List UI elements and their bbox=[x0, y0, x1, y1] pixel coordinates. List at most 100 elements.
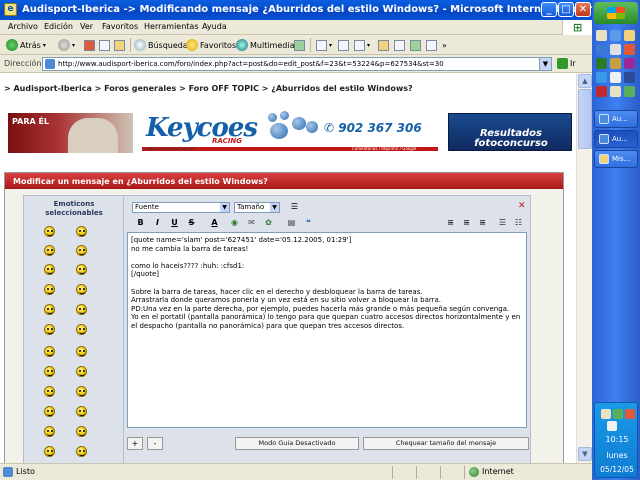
emoticon-smile-icon[interactable] bbox=[44, 226, 55, 237]
quicklaunch-icon[interactable] bbox=[596, 44, 607, 55]
quicklaunch-icon[interactable] bbox=[624, 58, 635, 69]
minimize-button[interactable]: _ bbox=[541, 2, 557, 17]
menu-herramientas[interactable]: Herramientas bbox=[144, 22, 199, 31]
multimedia-button[interactable]: Multimedia bbox=[236, 38, 294, 52]
emoticon-icon[interactable] bbox=[76, 346, 87, 357]
email-icon[interactable]: ✉ bbox=[245, 217, 258, 229]
emoticon-icon[interactable] bbox=[76, 284, 87, 295]
emoticon-icon[interactable] bbox=[44, 304, 55, 315]
emoticon-icon[interactable] bbox=[76, 226, 87, 237]
fotoconcurso-banner[interactable]: Resultados fotoconcurso bbox=[448, 113, 572, 151]
breadcrumb[interactable]: > Audisport-Iberica > Foros generales > … bbox=[4, 84, 413, 93]
mail-button[interactable]: ▾ bbox=[316, 38, 332, 52]
menu-ayuda[interactable]: Ayuda bbox=[202, 22, 227, 31]
image-icon[interactable]: ✿ bbox=[262, 217, 275, 229]
italic-button[interactable]: I bbox=[151, 217, 164, 229]
emoticon-icon[interactable] bbox=[44, 366, 55, 377]
search-button[interactable]: Búsqueda bbox=[134, 38, 188, 52]
align-center-icon[interactable]: ≡ bbox=[460, 217, 473, 229]
emoticon-icon[interactable] bbox=[76, 446, 87, 457]
clock-time[interactable]: 10:15 bbox=[595, 435, 639, 444]
favorites-button[interactable]: Favoritos bbox=[186, 38, 236, 52]
emoticon-icon[interactable] bbox=[76, 426, 87, 437]
bold-button[interactable]: B bbox=[134, 217, 147, 229]
quicklaunch-icon[interactable] bbox=[596, 86, 607, 97]
messenger-button[interactable] bbox=[410, 38, 421, 52]
globe-link-icon[interactable]: ◉ bbox=[228, 217, 241, 229]
message-textarea[interactable]: [quote name='slam' post='627451' date='0… bbox=[127, 232, 527, 428]
history-button[interactable] bbox=[294, 38, 305, 52]
tray-app-icon[interactable] bbox=[613, 409, 623, 419]
check-size-button[interactable]: Chequear tamaño del mensaje bbox=[363, 437, 529, 450]
back-button[interactable]: Atrás ▾ bbox=[6, 38, 46, 52]
text-color-icon[interactable]: A bbox=[208, 217, 221, 229]
discuss-button[interactable] bbox=[378, 38, 389, 52]
font-select[interactable]: Fuente ▼ bbox=[132, 202, 230, 213]
emoticon-icon[interactable] bbox=[44, 386, 55, 397]
emoticon-icon[interactable] bbox=[44, 324, 55, 335]
scroll-down-icon[interactable]: ▼ bbox=[578, 447, 592, 461]
emoticon-icon[interactable] bbox=[76, 264, 87, 275]
print-button[interactable] bbox=[338, 38, 349, 52]
taskbar-item-audisport-1[interactable]: Au... bbox=[594, 110, 638, 128]
emoticon-icon[interactable] bbox=[76, 324, 87, 335]
align-right-icon[interactable]: ≡ bbox=[476, 217, 489, 229]
quicklaunch-icon[interactable] bbox=[624, 30, 635, 41]
address-input[interactable]: http://www.audisport-iberica.com/foro/in… bbox=[42, 57, 552, 71]
quicklaunch-icon[interactable] bbox=[624, 44, 635, 55]
strike-button[interactable]: S bbox=[185, 217, 198, 229]
research-button[interactable] bbox=[394, 38, 405, 52]
code-icon[interactable]: ▤ bbox=[285, 217, 298, 229]
quicklaunch-icon[interactable] bbox=[596, 58, 607, 69]
go-button[interactable]: Ir bbox=[557, 58, 576, 69]
tray-volume-icon[interactable] bbox=[607, 421, 617, 431]
forward-button[interactable]: ▾ bbox=[58, 38, 75, 52]
tray-network-icon[interactable] bbox=[601, 409, 611, 419]
emoticon-icon[interactable] bbox=[44, 446, 55, 457]
home-button[interactable] bbox=[114, 38, 125, 52]
quote-icon[interactable]: ❝ bbox=[302, 217, 315, 229]
taskbar-item-my-documents[interactable]: Mis... bbox=[594, 150, 638, 168]
menu-archivo[interactable]: Archivo bbox=[8, 22, 38, 31]
quicklaunch-icon[interactable] bbox=[624, 86, 635, 97]
address-dropdown[interactable]: ▼ bbox=[539, 58, 551, 70]
expand-editor-button[interactable]: + bbox=[127, 437, 143, 450]
quicklaunch-icon[interactable] bbox=[624, 72, 635, 83]
emoticon-icon[interactable] bbox=[44, 245, 55, 256]
quicklaunch-icon[interactable] bbox=[610, 58, 621, 69]
extra-button[interactable] bbox=[426, 38, 437, 52]
taskbar-item-audisport-2[interactable]: Au... bbox=[594, 130, 638, 148]
emoticon-icon[interactable] bbox=[44, 264, 55, 275]
quicklaunch-icon[interactable] bbox=[610, 44, 621, 55]
refresh-button[interactable] bbox=[99, 38, 110, 52]
emoticon-icon[interactable] bbox=[76, 245, 87, 256]
quicklaunch-icon[interactable] bbox=[610, 30, 621, 41]
quicklaunch-icon[interactable] bbox=[610, 72, 621, 83]
toolbar-overflow[interactable]: » bbox=[442, 38, 447, 52]
emoticon-icon[interactable] bbox=[76, 406, 87, 417]
scroll-thumb[interactable] bbox=[578, 89, 592, 149]
emoticon-icon[interactable] bbox=[76, 386, 87, 397]
emoticon-icon[interactable] bbox=[76, 366, 87, 377]
size-select[interactable]: Tamaño ▼ bbox=[234, 202, 280, 213]
menu-ver[interactable]: Ver bbox=[80, 22, 93, 31]
emoticon-icon[interactable] bbox=[44, 284, 55, 295]
emoticon-icon[interactable] bbox=[44, 406, 55, 417]
stop-button[interactable] bbox=[84, 38, 95, 52]
emoticon-icon[interactable] bbox=[76, 304, 87, 315]
shrink-editor-button[interactable]: - bbox=[147, 437, 163, 450]
keycoes-banner[interactable]: Keycoes RACING ✆ 902 367 306 www.keycoes… bbox=[142, 109, 438, 151]
quicklaunch-icon[interactable] bbox=[610, 86, 621, 97]
numbered-list-icon[interactable]: ☷ bbox=[512, 217, 525, 229]
maximize-button[interactable]: □ bbox=[558, 2, 574, 17]
close-button[interactable]: ✕ bbox=[575, 2, 591, 17]
edit-button[interactable]: ▾ bbox=[354, 38, 370, 52]
emoticon-icon[interactable] bbox=[44, 426, 55, 437]
guide-mode-button[interactable]: Modo Guia Desactivado bbox=[235, 437, 359, 450]
bullet-list-icon[interactable]: ☰ bbox=[496, 217, 509, 229]
quicklaunch-icon[interactable] bbox=[596, 72, 607, 83]
vertical-scrollbar[interactable]: ▲ ▼ bbox=[576, 73, 592, 463]
tray-antivirus-icon[interactable] bbox=[625, 409, 635, 419]
underline-button[interactable]: U bbox=[168, 217, 181, 229]
align-left-icon[interactable]: ≡ bbox=[444, 217, 457, 229]
